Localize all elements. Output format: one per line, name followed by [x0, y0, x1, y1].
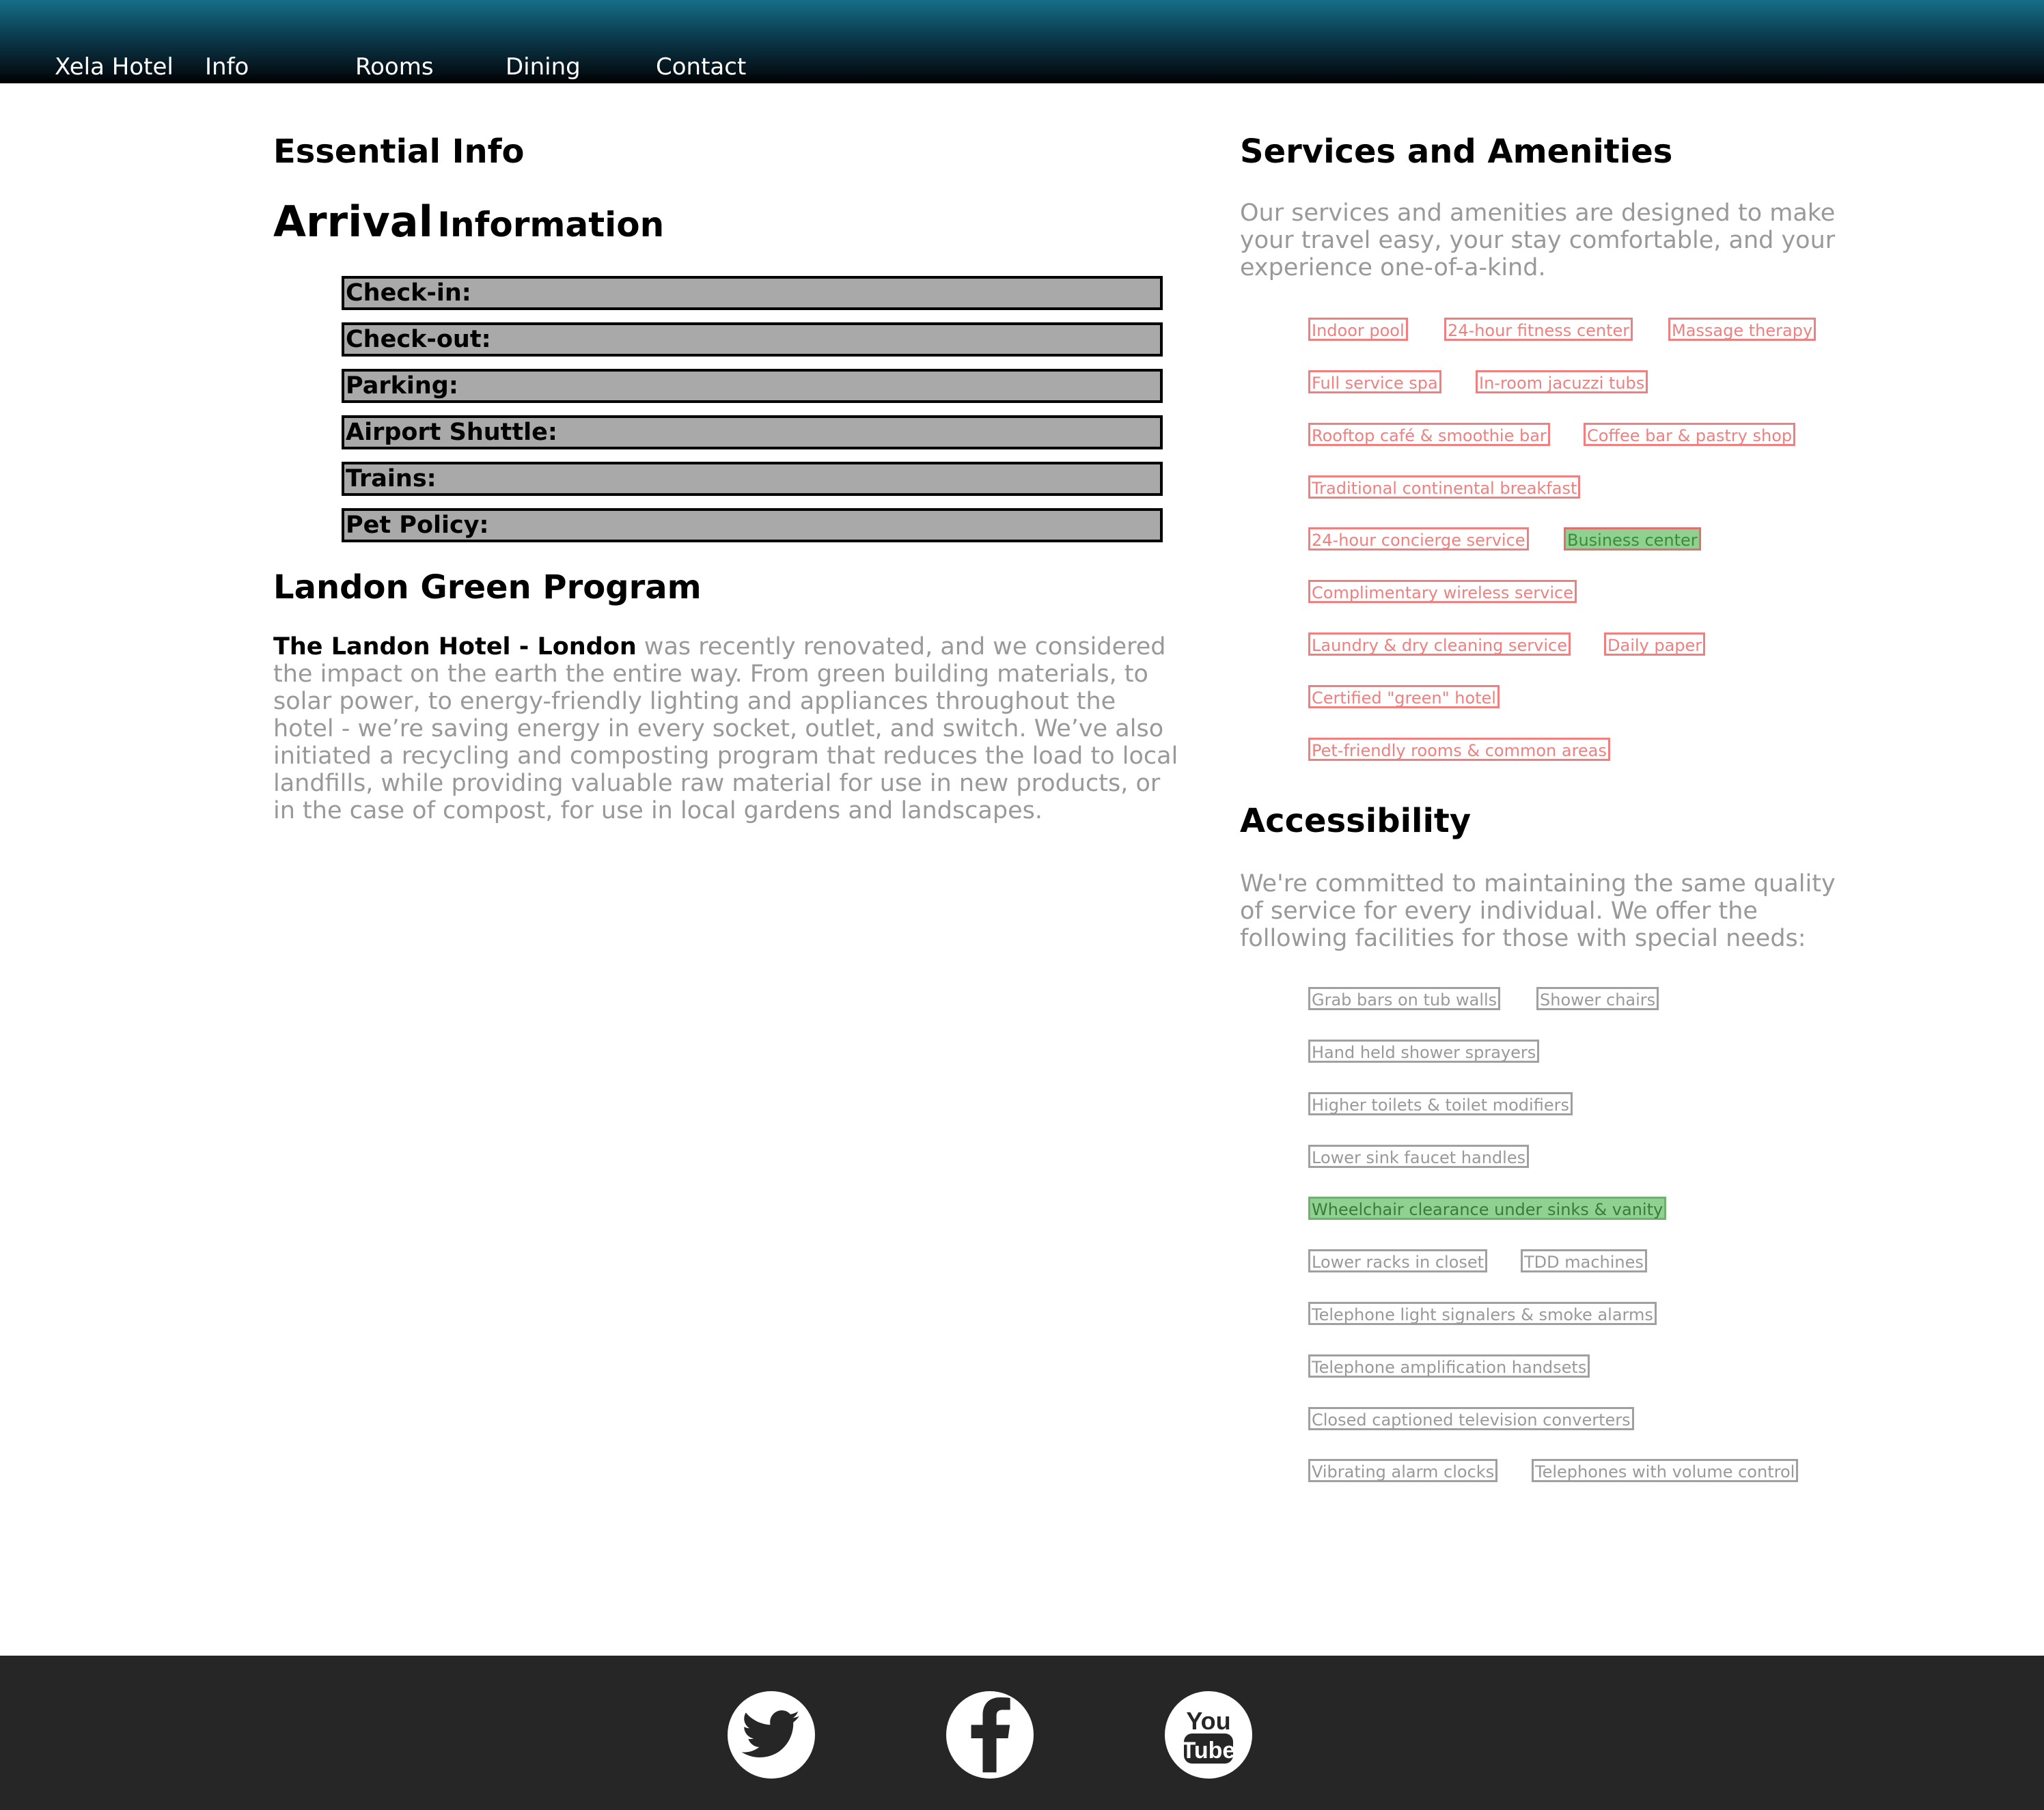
- accessibility-tag: Closed captioned television converters: [1308, 1407, 1634, 1430]
- service-tag: Certified "green" hotel: [1308, 685, 1500, 708]
- accessibility-tag: Vibrating alarm clocks: [1308, 1459, 1498, 1482]
- accessibility-tag: Hand held shower sprayers: [1308, 1040, 1540, 1063]
- service-tag: 24-hour concierge service: [1308, 527, 1529, 551]
- service-tag: Complimentary wireless service: [1308, 580, 1577, 603]
- facebook-link[interactable]: [946, 1691, 1034, 1779]
- service-tag: Traditional continental breakfast: [1308, 475, 1581, 499]
- nav-item-info[interactable]: Info: [205, 53, 249, 81]
- accessibility-tag: Shower chairs: [1536, 987, 1659, 1010]
- youtube-icon: You Tube: [1182, 1707, 1236, 1764]
- accessibility-intro: We're committed to maintaining the same …: [1240, 870, 1836, 952]
- youtube-icon-tube: Tube: [1182, 1738, 1236, 1764]
- top-nav-bar: Xela Hotel Info Rooms Dining Contact: [0, 0, 2044, 83]
- nav-item-dining[interactable]: Dining: [506, 53, 581, 81]
- service-tag: Rooftop café & smoothie bar: [1308, 423, 1550, 446]
- accessibility-tag-highlighted: Wheelchair clearance under sinks & vanit…: [1308, 1197, 1667, 1220]
- brand-link[interactable]: Xela Hotel: [55, 53, 174, 81]
- facebook-icon: [971, 1697, 1010, 1772]
- essential-info-heading: Essential Info: [273, 133, 525, 171]
- services-intro: Our services and amenities are designed …: [1240, 199, 1836, 281]
- green-program-heading: Landon Green Program: [273, 568, 702, 607]
- service-tag: Laundry & dry cleaning service: [1308, 632, 1571, 656]
- nav-item-contact[interactable]: Contact: [656, 53, 746, 81]
- green-program-text: The Landon Hotel - London was recently r…: [273, 633, 1182, 824]
- service-tag: Indoor pool: [1308, 318, 1408, 341]
- twitter-link[interactable]: [728, 1691, 815, 1779]
- info-row-trains[interactable]: Trains:: [342, 462, 1163, 496]
- info-row-check-out[interactable]: Check-out:: [342, 322, 1163, 357]
- service-tag-highlighted: Business center: [1564, 527, 1701, 551]
- accessibility-tag: TDD machines: [1521, 1249, 1647, 1272]
- twitter-icon: [742, 1710, 800, 1757]
- green-program-lead: The Landon Hotel - London: [273, 633, 637, 660]
- nav-item-rooms[interactable]: Rooms: [355, 53, 434, 81]
- service-tag: Daily paper: [1604, 632, 1706, 656]
- accessibility-tag: Higher toilets & toilet modifiers: [1308, 1092, 1573, 1115]
- service-tag: In-room jacuzzi tubs: [1476, 370, 1648, 393]
- arrival-heading-sub: Information: [437, 205, 665, 245]
- service-tag: Coffee bar & pastry shop: [1584, 423, 1796, 446]
- youtube-icon-you: You: [1186, 1707, 1230, 1735]
- accessibility-tag: Telephone amplification handsets: [1308, 1354, 1590, 1378]
- youtube-link[interactable]: You Tube: [1165, 1691, 1252, 1779]
- service-tag: Massage therapy: [1668, 318, 1817, 341]
- accessibility-tag: Telephone light signalers & smoke alarms: [1308, 1302, 1657, 1325]
- service-tag: Full service spa: [1308, 370, 1441, 393]
- arrival-heading-main: Arrival: [273, 197, 433, 247]
- info-row-parking[interactable]: Parking:: [342, 369, 1163, 403]
- services-heading: Services and Amenities: [1240, 133, 1673, 171]
- service-tag: Pet-friendly rooms & common areas: [1308, 738, 1610, 761]
- service-tag: 24-hour fitness center: [1444, 318, 1633, 341]
- green-program-body: was recently renovated, and we considere…: [273, 633, 1178, 824]
- accessibility-tag: Grab bars on tub walls: [1308, 987, 1501, 1010]
- accessibility-heading: Accessibility: [1240, 802, 1472, 840]
- info-row-airport-shuttle[interactable]: Airport Shuttle:: [342, 415, 1163, 449]
- info-row-pet-policy[interactable]: Pet Policy:: [342, 508, 1163, 542]
- accessibility-tag: Lower sink faucet handles: [1308, 1145, 1530, 1168]
- accessibility-tag: Telephones with volume control: [1532, 1459, 1799, 1482]
- arrival-heading: Arrival Information: [273, 197, 664, 247]
- accessibility-tag: Lower racks in closet: [1308, 1249, 1488, 1272]
- info-row-check-in[interactable]: Check-in:: [342, 276, 1163, 310]
